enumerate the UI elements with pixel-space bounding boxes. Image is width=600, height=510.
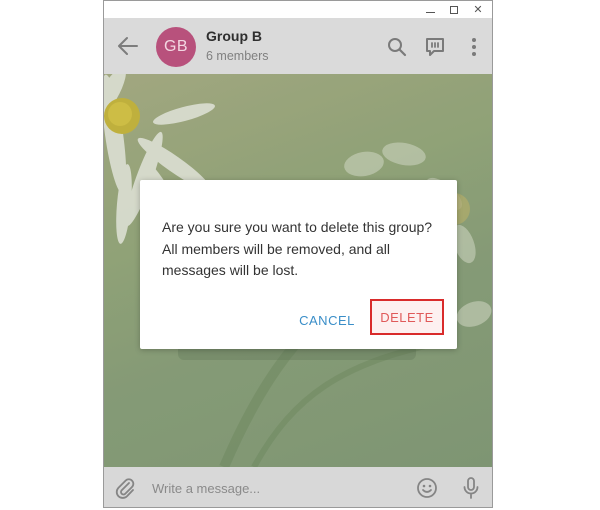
dialog-message: Are you sure you want to delete this gro… (162, 219, 433, 278)
cancel-button[interactable]: CANCEL (291, 308, 363, 332)
search-icon[interactable] (386, 36, 408, 58)
maximize-icon (450, 5, 458, 14)
avatar[interactable]: GB (156, 27, 196, 67)
delete-group-dialog: Are you sure you want to delete this gro… (140, 180, 457, 349)
paperclip-icon[interactable] (114, 477, 136, 499)
chat-title[interactable]: Group B (206, 28, 262, 44)
chat-header: GB Group B 6 members (104, 18, 492, 74)
more-vert-icon[interactable] (463, 36, 485, 58)
emoji-icon[interactable] (416, 477, 438, 499)
window-titlebar: ✕ (104, 1, 492, 18)
maximize-button[interactable] (442, 1, 466, 18)
message-input[interactable] (152, 479, 402, 497)
close-icon: ✕ (473, 3, 483, 16)
minimize-icon (425, 12, 435, 13)
delete-button[interactable]: DELETE (370, 299, 444, 335)
discussion-icon[interactable] (424, 36, 446, 58)
back-arrow-icon[interactable] (116, 35, 140, 57)
minimize-button[interactable] (418, 1, 442, 18)
chat-member-count: 6 members (206, 49, 269, 63)
message-composer (104, 467, 492, 507)
close-window-button[interactable]: ✕ (466, 1, 490, 18)
microphone-icon[interactable] (460, 476, 482, 500)
